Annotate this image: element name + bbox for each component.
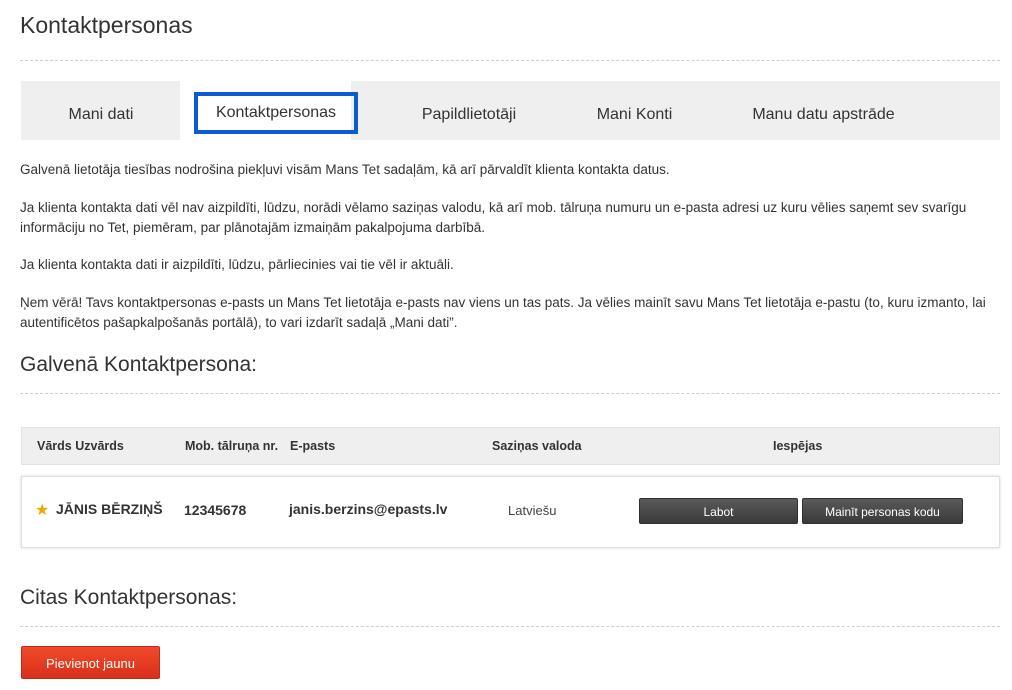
tab-label: Manu datu apstrāde <box>752 106 895 123</box>
tab-bar: Mani dati Kontaktpersonas Papildlietotāj… <box>21 81 1000 140</box>
section-divider <box>20 626 1000 627</box>
tab-mani-konti[interactable]: Mani Konti <box>561 81 708 140</box>
tab-label: Papildlietotāji <box>421 106 517 123</box>
tab-kontaktpersonas[interactable]: Kontaktpersonas <box>180 81 358 140</box>
intro-paragraph-3: Ja klienta kontakta dati ir aizpildīti, … <box>20 257 454 272</box>
table-row: ★ JĀNIS BĒRZIŅŠ 12345678 janis.berzins@e… <box>21 476 1000 548</box>
column-header-language: Saziņas valoda <box>492 439 582 453</box>
title-divider <box>20 60 1000 61</box>
contact-name: JĀNIS BĒRZIŅŠ <box>56 501 163 517</box>
contact-language: Latviešu <box>508 503 557 518</box>
tab-label: Mani Konti <box>596 106 673 123</box>
main-contact-title: Galvenā Kontaktpersona: <box>20 353 257 376</box>
page-title: Kontaktpersonas <box>20 12 193 38</box>
intro-paragraph-4: Ņem vērā! Tavs kontaktpersonas e-pasts u… <box>20 295 986 330</box>
tab-label: Kontaktpersonas <box>215 104 337 121</box>
tab-mani-dati[interactable]: Mani dati <box>21 81 181 140</box>
add-new-contact-button[interactable]: Pievienot jaunu <box>21 646 160 679</box>
tab-label: Mani dati <box>68 106 134 123</box>
column-header-email: E-pasts <box>290 439 336 453</box>
column-header-phone: Mob. tālruņa nr. <box>185 439 279 453</box>
edit-button[interactable]: Labot <box>639 498 798 524</box>
intro-paragraph-1: Galvenā lietotāja tiesības nodrošina pie… <box>20 162 670 177</box>
contacts-table-header: Vārds Uzvārds Mob. tālruņa nr. E-pasts S… <box>21 427 1000 465</box>
column-header-options: Iespējas <box>773 439 823 453</box>
tab-focus-outline: Kontaktpersonas <box>194 92 358 134</box>
intro-paragraph-2: Ja klienta kontakta dati vēl nav aizpild… <box>20 200 967 235</box>
star-icon: ★ <box>35 502 50 519</box>
contact-phone: 12345678 <box>184 502 247 518</box>
contact-email: janis.berzins@epasts.lv <box>289 501 448 517</box>
tab-manu-datu-apstrade[interactable]: Manu datu apstrāde <box>721 81 926 140</box>
other-contacts-title: Citas Kontaktpersonas: <box>20 586 238 609</box>
column-header-name: Vārds Uzvārds <box>37 439 124 453</box>
change-personal-code-button[interactable]: Mainīt personas kodu <box>802 498 963 524</box>
section-divider <box>20 393 1000 394</box>
tab-papildlietotaji[interactable]: Papildlietotāji <box>386 81 552 140</box>
